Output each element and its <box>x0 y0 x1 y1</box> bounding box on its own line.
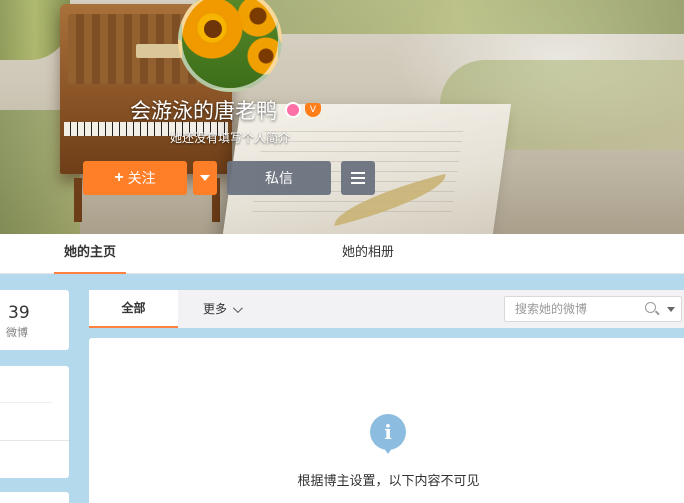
profile-nav: 她的主页 她的相册 <box>0 234 684 274</box>
feed-tab-all[interactable]: 全部 <box>89 290 178 328</box>
profile-cover: 会游泳的唐老鸭 V 她还没有填写个人简介 + 关注 私信 <box>0 0 684 234</box>
weibo-count-card[interactable]: 39 微博 <box>0 290 69 350</box>
private-message-label: 私信 <box>265 170 293 186</box>
tab-her-homepage[interactable]: 她的主页 <box>54 234 126 274</box>
follow-button-label: 关注 <box>127 170 156 186</box>
plus-icon: + <box>114 169 124 186</box>
divider <box>0 440 69 441</box>
search-icon[interactable] <box>645 302 656 313</box>
feed-tab-more[interactable]: 更多 <box>203 290 243 328</box>
sidebar-card <box>0 492 69 503</box>
more-options-button[interactable] <box>341 161 375 195</box>
feed-toolbar: 全部 更多 <box>89 290 684 328</box>
profile-info-card <box>0 366 69 478</box>
info-icon: i <box>370 414 406 454</box>
feed-search-box <box>504 296 682 322</box>
sunflower-center <box>204 20 222 38</box>
profile-bio: 她还没有填写个人简介 <box>169 131 290 145</box>
private-message-button[interactable]: 私信 <box>227 161 331 195</box>
profile-name-row: 会游泳的唐老鸭 V <box>130 95 321 125</box>
follow-button[interactable]: + 关注 <box>83 161 187 195</box>
divider <box>0 402 52 403</box>
follow-dropdown-button[interactable] <box>193 161 217 195</box>
caret-down-icon <box>200 175 210 181</box>
profile-name[interactable]: 会游泳的唐老鸭 <box>130 95 277 125</box>
tab-her-album[interactable]: 她的相册 <box>330 234 406 274</box>
feed-content-panel: i 根据博主设置，以下内容不可见 <box>89 338 684 503</box>
piano-leg <box>74 178 82 222</box>
weibo-count: 39 <box>8 303 30 323</box>
cover-grass <box>230 0 684 34</box>
search-dropdown-icon[interactable] <box>667 307 675 312</box>
weibo-count-label: 微博 <box>6 326 28 339</box>
menu-icon <box>351 172 365 184</box>
feed-tab-more-label: 更多 <box>203 302 228 316</box>
chevron-down-icon <box>232 302 243 313</box>
female-gender-icon <box>285 102 301 118</box>
vip-badge-icon[interactable]: V <box>305 103 321 117</box>
feed-search-input[interactable] <box>505 297 639 321</box>
content-hidden-notice: 根据博主设置，以下内容不可见 <box>297 474 480 489</box>
